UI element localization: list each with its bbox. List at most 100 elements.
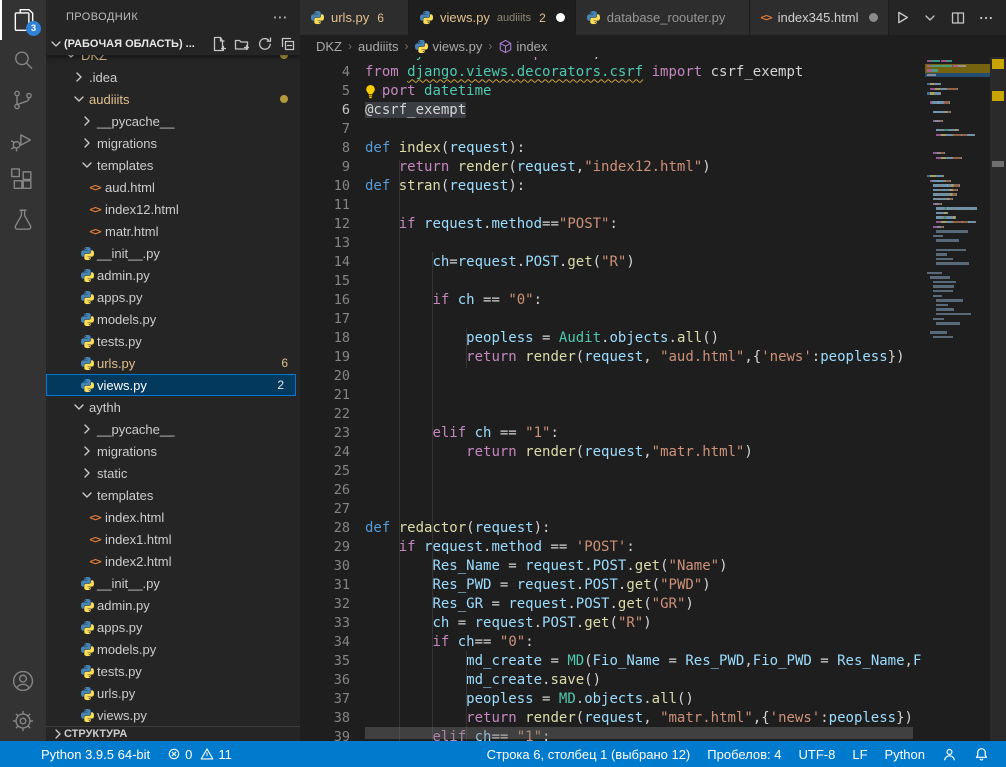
gear-icon (10, 708, 36, 734)
status-encoding[interactable]: UTF-8 (792, 741, 843, 767)
tree-item-urls.py[interactable]: urls.py (46, 682, 300, 704)
views-and-more-actions-icon[interactable]: ⋯ (273, 8, 288, 26)
new-file-icon[interactable] (211, 36, 227, 52)
breadcrumb-item-views.py[interactable]: views.py (414, 39, 482, 54)
tab-database_roouter.py[interactable]: database_roouter.py (576, 0, 751, 35)
line-number: 7 (300, 120, 350, 139)
run-python-file[interactable] (889, 5, 914, 30)
activity-bar-item-accounts[interactable] (0, 661, 46, 701)
breadcrumb-item-DKZ[interactable]: DKZ (316, 39, 342, 54)
breadcrumb-label: audiiits (358, 39, 398, 54)
tree-item-index12.html[interactable]: <>index12.html (46, 198, 300, 220)
scrollbar-thumb[interactable] (365, 727, 913, 739)
tree-item-aythh[interactable]: aythh (46, 396, 300, 418)
tab-urls.py[interactable]: urls.py6 (300, 0, 409, 35)
html-icon: <> (89, 533, 100, 546)
minimap[interactable] (925, 57, 990, 741)
tree-item-templates[interactable]: templates (46, 484, 300, 506)
tab-index345.html[interactable]: <>index345.html (750, 0, 888, 35)
line-number: 28 (300, 519, 350, 538)
tree-item-apps.py[interactable]: apps.py (46, 286, 300, 308)
chevron-right-icon (79, 465, 95, 481)
tree-item-models.py[interactable]: models.py (46, 308, 300, 330)
lightbulb-icon[interactable] (363, 83, 381, 100)
tree-item-index.html[interactable]: <>index.html (46, 506, 300, 528)
tree-item-__init__.py[interactable]: __init__.py (46, 572, 300, 594)
dirty-indicator-dot[interactable] (556, 13, 565, 22)
breadcrumb-item-index[interactable]: index (498, 39, 547, 54)
chevron-down-icon (920, 8, 940, 28)
tree-item-migrations[interactable]: migrations (46, 440, 300, 462)
tree-item-tests.py[interactable]: tests.py (46, 330, 300, 352)
tree-item-admin.py[interactable]: admin.py (46, 264, 300, 286)
status-notifications[interactable] (967, 741, 996, 767)
tree-item-index2.html[interactable]: <>index2.html (46, 550, 300, 572)
activity-bar-item-explorer[interactable]: 3 (0, 0, 46, 40)
activity-bar-item-extensions[interactable] (0, 160, 46, 200)
tree-item-admin.py[interactable]: admin.py (46, 594, 300, 616)
status-cursor-position[interactable]: Строка 6, столбец 1 (выбрано 12) (480, 741, 698, 767)
activity-bar-item-search[interactable] (0, 40, 46, 80)
tab-views.py[interactable]: views.pyaudiiits2 (409, 0, 576, 35)
tree-item-__init__.py[interactable]: __init__.py (46, 242, 300, 264)
run-dropdown[interactable] (918, 6, 942, 30)
tree-item-audiiits[interactable]: audiiits (46, 88, 300, 110)
code-editor[interactable]: 3456789101112131415161718192021222324252… (300, 57, 1006, 741)
split-editor[interactable] (946, 6, 970, 30)
tree-item-views.py[interactable]: views.py2 (46, 374, 296, 396)
refresh-icon[interactable] (257, 36, 273, 52)
tree-item-.idea[interactable]: .idea (46, 66, 300, 88)
tree-item-templates[interactable]: templates (46, 154, 300, 176)
tree-item-migrations[interactable]: migrations (46, 132, 300, 154)
status-indentation[interactable]: Пробелов: 4 (700, 741, 788, 767)
status-language-mode[interactable]: Python (878, 741, 932, 767)
tree-item-aud.html[interactable]: <>aud.html (46, 176, 300, 198)
horizontal-scrollbar[interactable] (365, 727, 925, 739)
chevron-right-icon (79, 443, 95, 459)
status-feedback[interactable] (935, 741, 964, 767)
source-control-icon (10, 87, 36, 113)
code-line-37: peopless = MD.objects.all() (365, 690, 1006, 709)
tree-item-index1.html[interactable]: <>index1.html (46, 528, 300, 550)
vscode-window: 3 ПРОВОДНИК ⋯ (РАБОЧАЯ ОБЛАСТЬ) ... DKZ.… (0, 0, 1006, 741)
breadcrumb-item-audiiits[interactable]: audiiits (358, 39, 398, 54)
collapse-all-icon[interactable] (280, 36, 296, 52)
code-line-30: Res_Name = request.POST.get("Name") (365, 557, 1006, 576)
line-number: 8 (300, 139, 350, 158)
activity-bar-item-source-control[interactable] (0, 80, 46, 120)
tree-item-label: apps.py (97, 290, 143, 305)
tree-item-matr.html[interactable]: <>matr.html (46, 220, 300, 242)
line-number: 11 (300, 196, 350, 215)
activity-bar-item-run-and-debug[interactable] (0, 120, 46, 160)
tree-item-models.py[interactable]: models.py (46, 638, 300, 660)
status-problems[interactable]: 011 (160, 741, 239, 767)
activity-bar-item-testing[interactable] (0, 200, 46, 240)
status-eol[interactable]: LF (845, 741, 874, 767)
line-number: 20 (300, 367, 350, 386)
activity-bar-item-settings[interactable] (0, 701, 46, 741)
outline-section-header[interactable]: СТРУКТУРА (46, 726, 300, 741)
python-icon (586, 10, 601, 25)
tree-item-__pycache__[interactable]: __pycache__ (46, 110, 300, 132)
tree-item-static[interactable]: static (46, 462, 300, 484)
code-line-31: Res_PWD = request.POST.get("PWD") (365, 576, 1006, 595)
status-python-interpreter[interactable]: Python 3.9.5 64-bit (34, 741, 157, 767)
new-folder-icon[interactable] (234, 36, 250, 52)
tab-label: urls.py (331, 10, 369, 25)
tree-item-apps.py[interactable]: apps.py (46, 616, 300, 638)
code-line-9: return render(request,"index12.html") (365, 158, 1006, 177)
code-line-14: ch=request.POST.get("R") (365, 253, 1006, 272)
activity-bar-bottom (0, 661, 46, 741)
tree-item-views.py[interactable]: views.py (46, 704, 300, 726)
status-bar-left: Python 3.9.5 64-bit011 (34, 741, 239, 767)
line-number: 23 (300, 424, 350, 443)
tree-item-urls.py[interactable]: urls.py6 (46, 352, 300, 374)
chevron-right-icon (79, 135, 95, 151)
more-actions[interactable] (974, 6, 998, 30)
dirty-indicator-dot[interactable] (869, 13, 878, 22)
breadcrumb-label: index (516, 39, 547, 54)
tree-item-__pycache__[interactable]: __pycache__ (46, 418, 300, 440)
workspace-section-header[interactable]: (РАБОЧАЯ ОБЛАСТЬ) ... (46, 33, 300, 55)
line-number: 17 (300, 310, 350, 329)
tree-item-tests.py[interactable]: tests.py (46, 660, 300, 682)
